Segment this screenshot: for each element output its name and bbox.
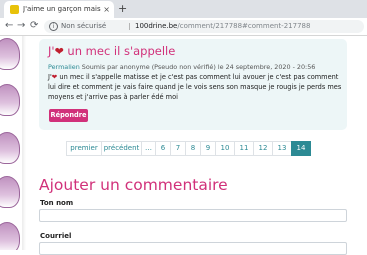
comment-body-text: un mec il s'appelle matisse et je c'est …: [48, 73, 342, 102]
url-divider: [129, 23, 130, 30]
heart-icon: ❤: [54, 45, 64, 58]
comment-meta: Permalien Soumis par anonyme (Pseudo non…: [48, 63, 315, 72]
decorative-side-image: [0, 36, 22, 250]
email-label: Courriel: [40, 232, 72, 240]
portrait-doodle: [0, 38, 20, 70]
reload-icon[interactable]: ⟳: [30, 20, 38, 32]
page-link[interactable]: 12: [253, 141, 273, 156]
strip-shadow: [22, 36, 26, 250]
comment-title-text: un mec il s'appelle: [63, 44, 176, 58]
tab-title: J'aime un garçon mais je ne sais pas: [23, 5, 101, 13]
comment-card: J'❤ un mec il s'appelle Permalien Soumis…: [39, 39, 347, 130]
page-link[interactable]: 10: [215, 141, 235, 156]
tab-close-icon[interactable]: ×: [103, 4, 110, 15]
favicon-icon: [10, 5, 19, 14]
page-first[interactable]: premier: [66, 141, 102, 156]
page-link[interactable]: 7: [170, 141, 186, 156]
url-text: 100drine.be/comment/217788#comment-21778…: [135, 20, 310, 33]
comment-body: J'❤ un mec il s'appelle matisse et je c'…: [48, 72, 346, 103]
page-current[interactable]: 14: [291, 141, 311, 156]
tab-bar: J'aime un garçon mais je ne sais pas × +: [0, 0, 367, 18]
page-link[interactable]: 8: [185, 141, 201, 156]
url-field[interactable]: i Non sécurisé 100drine.be/comment/21778…: [44, 20, 364, 33]
portrait-doodle: [0, 132, 20, 164]
reply-button[interactable]: Répondre: [49, 109, 88, 122]
url-host: 100drine.be: [135, 22, 178, 30]
add-comment-heading: Ajouter un commentaire: [39, 176, 228, 194]
security-label: Non sécurisé: [61, 22, 107, 30]
forward-icon[interactable]: →: [17, 20, 25, 32]
permalink-link[interactable]: Permalien: [48, 63, 80, 71]
page-link[interactable]: 13: [272, 141, 292, 156]
address-bar: ← → ⟳ i Non sécurisé 100drine.be/comment…: [0, 18, 367, 36]
back-icon[interactable]: ←: [5, 20, 13, 32]
portrait-doodle: [0, 222, 20, 250]
comment-submitted: Soumis par anonyme (Pseudo non vérifié) …: [79, 63, 316, 71]
browser-tab[interactable]: J'aime un garçon mais je ne sais pas ×: [4, 1, 114, 18]
portrait-doodle: [0, 84, 20, 116]
info-icon[interactable]: i: [49, 22, 58, 31]
page-link[interactable]: 6: [155, 141, 171, 156]
pagination: premier précédent … 6 7 8 9 10 11 12 13 …: [66, 141, 311, 156]
page-previous[interactable]: précédent: [101, 141, 142, 156]
page-ellipsis: …: [141, 141, 156, 156]
url-path: /comment/217788#comment-217788: [177, 22, 311, 30]
page-link[interactable]: 9: [200, 141, 216, 156]
comment-title[interactable]: J'❤ un mec il s'appelle: [48, 43, 175, 60]
portrait-doodle: [0, 176, 20, 208]
name-field[interactable]: [39, 209, 347, 222]
name-label: Ton nom: [40, 199, 74, 207]
page-link[interactable]: 11: [234, 141, 254, 156]
email-field[interactable]: [39, 242, 347, 255]
new-tab-button[interactable]: +: [118, 1, 127, 16]
